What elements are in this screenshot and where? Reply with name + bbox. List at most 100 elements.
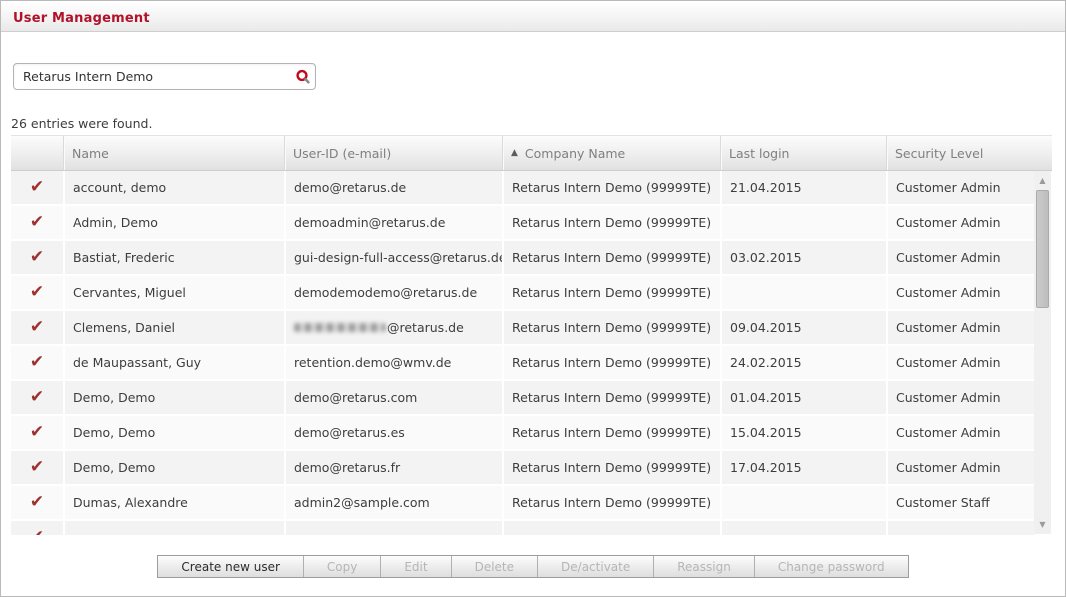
table-scrollbar[interactable]: ▲ ▼ <box>1034 171 1051 534</box>
search-box[interactable] <box>13 63 316 90</box>
active-check-icon: ✔ <box>30 277 44 308</box>
cell-user_id: admin2@sample.com <box>286 486 502 519</box>
action-bar-container: Create new userCopyEditDeleteDe/activate… <box>1 555 1065 578</box>
cell-user_id: demodemodemo@retarus.de <box>286 276 502 309</box>
cell-company: Retarus Intern Demo (99999TE) <box>504 346 720 379</box>
column-header-selected[interactable] <box>11 136 63 170</box>
table-row[interactable]: ✔Admin, Demodemoadmin@retarus.deRetarus … <box>11 206 1052 239</box>
table-row-partial[interactable]: ✔ <box>11 521 1052 535</box>
cell-company: Retarus Intern Demo (99999TE) <box>504 451 720 484</box>
edit-button[interactable]: Edit <box>380 556 450 577</box>
cell-selected: ✔ <box>11 241 63 274</box>
cell-company: Retarus Intern Demo (99999TE) <box>504 276 720 309</box>
table-row[interactable]: ✔ Cervantes, Migueldemodemodemo@retarus.d… <box>11 276 1052 309</box>
users-table: Name User-ID (e-mail) ▲ Company Name Last lo… <box>11 135 1052 535</box>
cell-security: Customer Admin <box>888 381 1034 414</box>
table-row[interactable]: ✔ Bastiat, Fredericgui-design-full-access… <box>11 241 1052 274</box>
cell-selected: ✔ <box>11 276 63 309</box>
cell-name: Demo, Demo <box>65 381 284 414</box>
cell-user_id <box>286 521 502 535</box>
cell-name: Demo, Demo <box>65 416 284 449</box>
cell-company <box>504 521 720 535</box>
cell-name: Dumas, Alexandre <box>65 486 284 519</box>
cell-company: Retarus Intern Demo (99999TE) <box>504 381 720 414</box>
cell-user_id: demo@retarus.de <box>286 171 502 204</box>
cell-last_login: 21.04.2015 <box>722 171 886 204</box>
cell-selected: ✔ <box>11 171 63 204</box>
cell-name: Cervantes, Miguel <box>65 276 284 309</box>
search-icon[interactable] <box>291 67 315 87</box>
active-check-icon: ✔ <box>30 207 44 238</box>
cell-selected: ✔ <box>11 311 63 344</box>
cell-user_id: demo@retarus.com <box>286 381 502 414</box>
page-header: User Management <box>1 1 1065 32</box>
table-row[interactable]: ✔de Maupassant, Guyretention.demo@wmv.de… <box>11 346 1052 379</box>
table-row[interactable]: ✔Clemens, Daniel@retarus.deRetarus Inter… <box>11 311 1052 344</box>
sort-asc-icon: ▲ <box>511 148 518 158</box>
table-row[interactable]: ✔ Dumas, Alexandreadmin2@sample.comRetaru… <box>11 486 1052 519</box>
cell-name: Bastiat, Frederic <box>65 241 284 274</box>
cell-selected: ✔ <box>11 451 63 484</box>
column-header-last_login[interactable]: Last login <box>720 136 886 170</box>
table-row[interactable]: ✔Demo, Demodemo@retarus.esRetarus Intern… <box>11 416 1052 449</box>
change-password-button[interactable]: Change password <box>754 556 908 577</box>
cell-selected: ✔ <box>11 381 63 414</box>
active-check-icon: ✔ <box>30 242 44 273</box>
table-row[interactable]: ✔ account, demodemo@retarus.deRetarus Int… <box>11 171 1052 204</box>
redacted-email-blur <box>294 323 386 332</box>
cell-selected: ✔ <box>11 206 63 239</box>
cell-selected: ✔ <box>11 416 63 449</box>
table-row[interactable]: ✔Demo, Demodemo@retarus.frRetarus Intern… <box>11 451 1052 484</box>
cell-company: Retarus Intern Demo (99999TE) <box>504 171 720 204</box>
cell-user_id: demo@retarus.es <box>286 416 502 449</box>
reassign-button[interactable]: Reassign <box>653 556 754 577</box>
de-activate-button[interactable]: De/activate <box>537 556 653 577</box>
delete-button[interactable]: Delete <box>451 556 537 577</box>
cell-user_id: gui-design-full-access@retarus.de <box>286 241 502 274</box>
cell-security: Customer Admin <box>888 276 1034 309</box>
cell-last_login: 24.02.2015 <box>722 346 886 379</box>
active-check-icon: ✔ <box>30 487 44 518</box>
column-header-security[interactable]: Security Level <box>886 136 1052 170</box>
scrollbar-thumb[interactable] <box>1036 190 1049 308</box>
cell-last_login <box>722 521 886 535</box>
cell-last_login: 15.04.2015 <box>722 416 886 449</box>
column-header-name[interactable]: Name <box>63 136 284 170</box>
active-check-icon: ✔ <box>30 452 44 483</box>
cell-last_login <box>722 276 886 309</box>
action-bar: Create new userCopyEditDeleteDe/activate… <box>157 555 908 578</box>
active-check-icon: ✔ <box>30 417 44 448</box>
cell-selected: ✔ <box>11 346 63 379</box>
cell-user_id: retention.demo@wmv.de <box>286 346 502 379</box>
column-label: Name <box>72 146 109 161</box>
cell-selected: ✔ <box>11 521 63 535</box>
cell-company: Retarus Intern Demo (99999TE) <box>504 486 720 519</box>
column-label: Security Level <box>895 146 983 161</box>
cell-name: Clemens, Daniel <box>65 311 284 344</box>
page-title: User Management <box>13 11 150 26</box>
scroll-up-icon[interactable]: ▲ <box>1034 173 1051 188</box>
cell-user_id: @retarus.de <box>286 311 502 344</box>
column-header-user_id[interactable]: User-ID (e-mail) <box>284 136 502 170</box>
create-new-user-button[interactable]: Create new user <box>158 556 302 577</box>
cell-security: Customer Admin <box>888 346 1034 379</box>
user-management-panel: User Management 26 entries were found. N… <box>0 0 1066 597</box>
active-check-icon: ✔ <box>30 382 44 413</box>
cell-last_login: 03.02.2015 <box>722 241 886 274</box>
cell-last_login: 09.04.2015 <box>722 311 886 344</box>
copy-button[interactable]: Copy <box>303 556 380 577</box>
search-input[interactable] <box>14 65 291 88</box>
cell-security: Customer Admin <box>888 206 1034 239</box>
cell-security: Customer Admin <box>888 451 1034 484</box>
column-label: Company Name <box>525 146 625 161</box>
cell-name: account, demo <box>65 171 284 204</box>
column-label: Last login <box>729 146 789 161</box>
column-header-company[interactable]: ▲ Company Name <box>502 136 720 170</box>
cell-last_login: 01.04.2015 <box>722 381 886 414</box>
active-check-icon: ✔ <box>30 172 44 203</box>
scroll-down-icon[interactable]: ▼ <box>1034 517 1051 532</box>
table-row[interactable]: ✔ Demo, Demodemo@retarus.comRetarus Inter… <box>11 381 1052 414</box>
cell-name: de Maupassant, Guy <box>65 346 284 379</box>
cell-security: Customer Admin <box>888 311 1034 344</box>
column-label: User-ID (e-mail) <box>293 146 391 161</box>
